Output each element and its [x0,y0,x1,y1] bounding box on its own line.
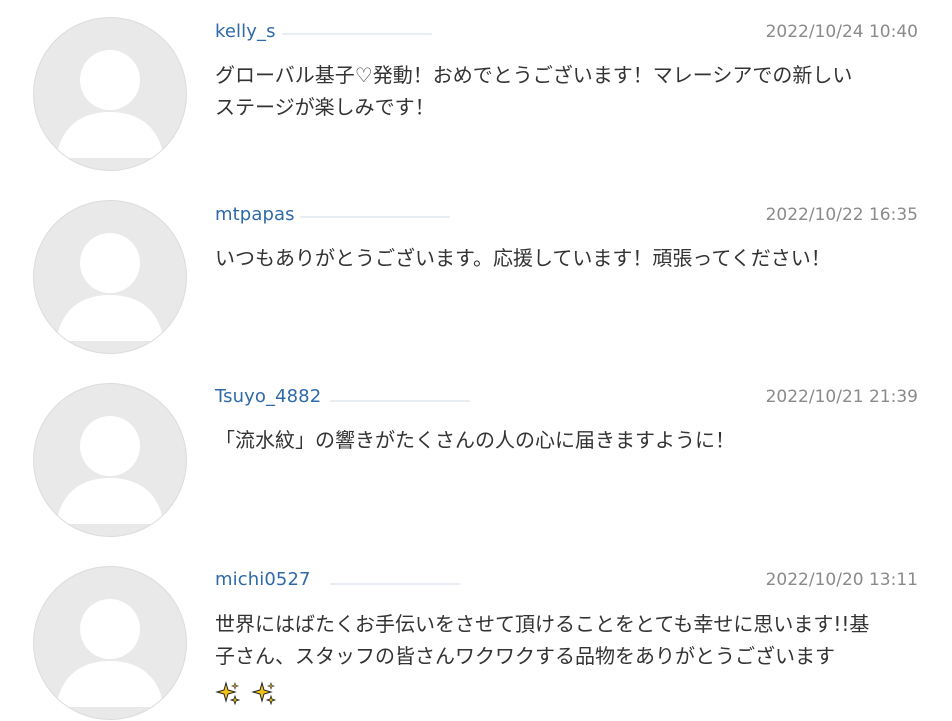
default-user-icon [33,17,187,171]
comment-username[interactable]: kelly_s [215,21,276,43]
comment-body-line: 世界にはばたくお手伝いをさせて頂けることをとても幸せに思います!!基 [215,612,870,636]
comment-body-line: 子さん、スタッフの皆さんワクワクする品物をありがとうございます [215,644,835,668]
comment-body: いつもありがとうございます。応援しています！頑張ってください！ [215,242,920,274]
comment-meta-faint [300,216,450,218]
comment-meta-faint [330,400,470,402]
comment-emoji-row [215,677,287,707]
comment-body: グローバル基子♡発動！おめでとうございます！マレーシアでの新しい ステージが楽し… [215,59,920,123]
comment-body-line: ステージが楽しみです！ [215,95,435,119]
comment-timestamp: 2022/10/20 13:11 [765,570,918,590]
comment-username[interactable]: mtpapas [215,204,295,226]
default-user-icon [33,200,187,354]
comment-meta-faint [282,33,432,35]
comment-username[interactable]: michi0527 [215,569,311,591]
comment-meta-faint [330,583,460,585]
comment-body: 世界にはばたくお手伝いをさせて頂けることをとても幸せに思います!!基 子さん、ス… [215,608,920,672]
comment-timestamp: 2022/10/21 21:39 [765,387,918,407]
comment-body-line: グローバル基子♡発動！おめでとうございます！マレーシアでの新しい [215,63,853,87]
sparkles-icon [251,680,277,705]
comment-item: michi0527 2022/10/20 13:11 世界にはばたくお手伝いをさ… [0,549,952,721]
comment-timestamp: 2022/10/24 10:40 [765,22,918,42]
default-user-icon [33,383,187,537]
comment-item: kelly_s 2022/10/24 10:40 グローバル基子♡発動！おめでと… [0,0,952,182]
comment-body: 「流水紋」の響きがたくさんの人の心に届きますように！ [215,424,920,456]
comment-username[interactable]: Tsuyo_4882 [215,386,321,408]
comment-item: Tsuyo_4882 2022/10/21 21:39 「流水紋」の響きがたくさ… [0,366,952,548]
comment-timestamp: 2022/10/22 16:35 [765,205,918,225]
comment-body-line: いつもありがとうございます。応援しています！頑張ってください！ [215,246,831,270]
comment-list: kelly_s 2022/10/24 10:40 グローバル基子♡発動！おめでと… [0,0,952,721]
comment-item: mtpapas 2022/10/22 16:35 いつもありがとうございます。応… [0,183,952,365]
sparkles-icon [215,680,241,705]
comment-body-line: 「流水紋」の響きがたくさんの人の心に届きますように！ [215,428,735,452]
default-user-icon [33,566,187,720]
